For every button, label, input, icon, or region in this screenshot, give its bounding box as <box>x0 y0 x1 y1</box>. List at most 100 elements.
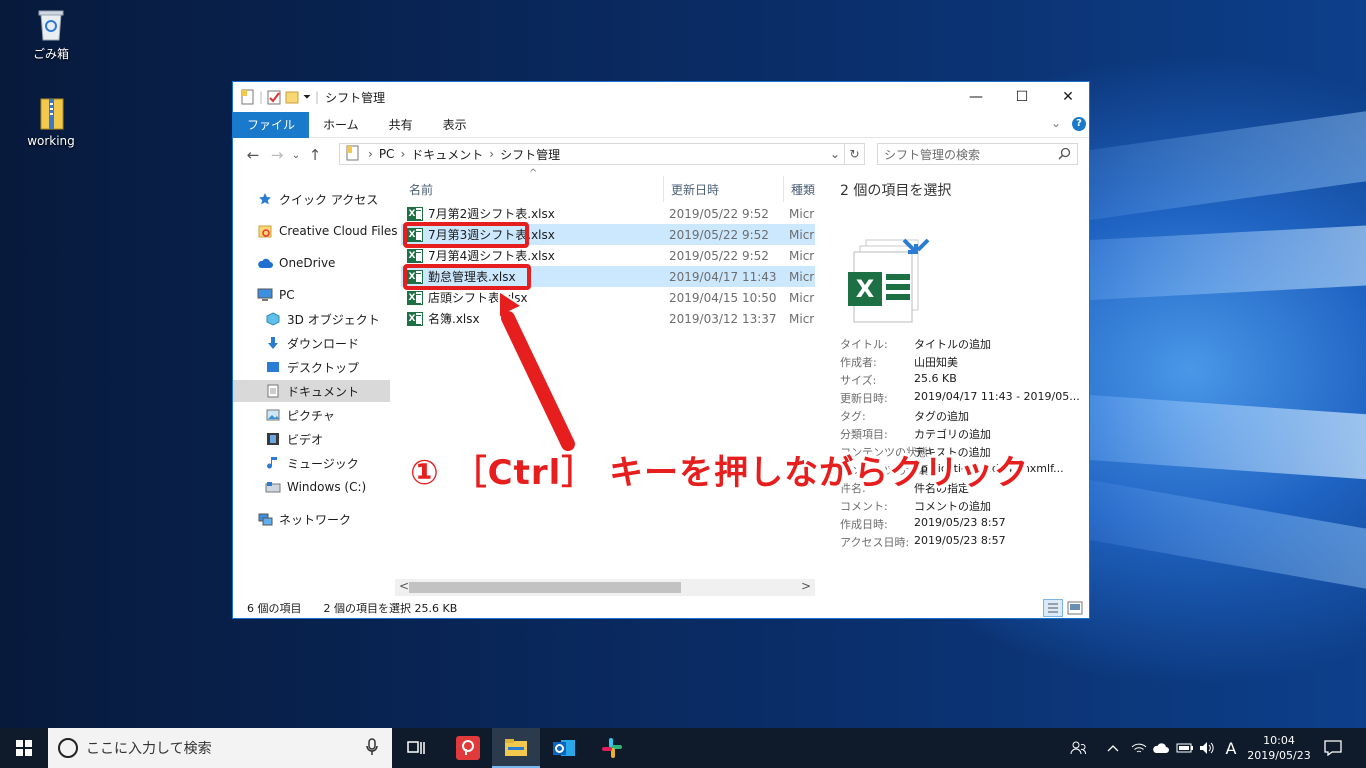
explorer-window[interactable]: | ⏷ | シフト管理 — ☐ ✕ ファイル ホーム 共有 表示 ⌄ ? ← →… <box>232 81 1090 619</box>
taskbar-app-presenter[interactable] <box>444 728 492 768</box>
file-row[interactable]: 7月第4週シフト表.xlsx 2019/05/22 9:52 Micr <box>401 245 815 266</box>
ribbon-expand-icon[interactable]: ⌄ <box>1051 116 1061 130</box>
horizontal-scrollbar[interactable]: < > <box>395 579 815 596</box>
nav-desktop[interactable]: デスクトップ <box>265 356 359 378</box>
start-button[interactable] <box>0 728 48 768</box>
desktop-icon-working[interactable]: working <box>16 97 86 148</box>
column-header-date[interactable]: 更新日時 <box>663 176 781 202</box>
taskbar-search[interactable]: ここに入力して検索 <box>48 728 392 768</box>
nav-label: Windows (C:) <box>287 480 367 494</box>
nav-onedrive[interactable]: OneDrive <box>257 252 335 274</box>
cloud-icon <box>257 255 273 271</box>
nav-downloads[interactable]: ダウンロード <box>265 332 359 354</box>
nav-documents[interactable]: ドキュメント <box>233 380 390 402</box>
computer-icon <box>257 287 273 303</box>
clock[interactable]: 10:04 2019/05/23 <box>1244 728 1314 768</box>
file-date: 2019/05/22 9:52 <box>669 248 769 263</box>
nav-music[interactable]: ミュージック <box>265 452 359 474</box>
excel-file-icon <box>407 248 423 263</box>
tab-share[interactable]: 共有 <box>373 112 429 138</box>
quick-access-customize-icon[interactable]: ⏷ <box>303 92 311 103</box>
onedrive-cloud-icon[interactable] <box>1150 728 1172 768</box>
prop-value[interactable]: タイトルの追加 <box>914 336 991 352</box>
task-view-button[interactable] <box>392 728 440 768</box>
battery-icon[interactable] <box>1174 728 1196 768</box>
chevron-up-icon[interactable] <box>1102 728 1124 768</box>
nav-windows-c[interactable]: Windows (C:) <box>265 476 366 498</box>
quick-access-properties-icon[interactable] <box>241 89 255 105</box>
address-box[interactable]: › PC › ドキュメント › シフト管理 ⌄ ↻ <box>339 143 865 165</box>
file-row[interactable]: 7月第2週シフト表.xlsx 2019/05/22 9:52 Micr <box>401 203 815 224</box>
taskbar-app-slack[interactable] <box>588 728 636 768</box>
taskbar-app-explorer[interactable] <box>492 728 540 768</box>
highlight-box <box>403 264 531 290</box>
microphone-icon[interactable] <box>366 738 378 760</box>
wifi-icon[interactable] <box>1128 728 1150 768</box>
forward-button[interactable]: → <box>265 146 289 164</box>
up-button[interactable]: ↑ <box>303 146 327 164</box>
notification-center-icon[interactable] <box>1318 728 1348 768</box>
nav-label: クイック アクセス <box>279 192 379 207</box>
nav-label: OneDrive <box>279 256 336 270</box>
title-bar[interactable]: | ⏷ | シフト管理 — ☐ ✕ <box>233 82 1089 112</box>
quick-access-checkmark-icon[interactable] <box>267 89 281 105</box>
close-button[interactable]: ✕ <box>1045 82 1091 112</box>
prop-value[interactable]: タグの追加 <box>914 408 969 424</box>
nav-pc[interactable]: PC <box>257 284 295 306</box>
maximize-icon: ☐ <box>1015 89 1029 105</box>
wallpaper-beam <box>1090 111 1366 220</box>
volume-icon[interactable] <box>1196 728 1218 768</box>
column-header-type[interactable]: 種類 <box>783 176 815 202</box>
file-row[interactable]: 名簿.xlsx 2019/03/12 13:37 Micr <box>401 308 815 329</box>
breadcrumb-shift[interactable]: シフト管理 <box>500 146 560 163</box>
taskbar-app-outlook[interactable] <box>540 728 588 768</box>
file-date: 2019/04/17 11:43 <box>669 269 777 284</box>
quick-access-new-folder-icon[interactable] <box>285 89 299 105</box>
scroll-thumb[interactable] <box>409 582 681 593</box>
nav-creative-cloud[interactable]: Creative Cloud Files <box>257 220 398 242</box>
large-icons-view-button[interactable] <box>1067 601 1083 618</box>
back-button[interactable]: ← <box>241 146 265 164</box>
file-name: 名簿.xlsx <box>428 312 480 326</box>
search-placeholder: シフト管理の検索 <box>884 147 981 162</box>
nav-videos[interactable]: ビデオ <box>265 428 323 450</box>
nav-3d-objects[interactable]: 3D オブジェクト <box>265 308 380 330</box>
separator: | <box>315 90 320 104</box>
maximize-button[interactable]: ☐ <box>999 82 1045 112</box>
minimize-button[interactable]: — <box>953 82 999 112</box>
scroll-left-button[interactable]: < <box>399 579 409 593</box>
separator: | <box>259 90 264 104</box>
details-pane: 2 個の項目を選択 X タイトル: タイトルの追加 作成者: 山田知美 サイズ: 25… <box>816 172 1090 602</box>
details-view-button[interactable] <box>1043 599 1063 617</box>
search-box[interactable]: シフト管理の検索 <box>877 143 1078 165</box>
tab-file[interactable]: ファイル <box>233 111 310 138</box>
help-icon[interactable]: ? <box>1072 117 1086 131</box>
prop-value[interactable]: カテゴリの追加 <box>914 426 991 442</box>
tab-view[interactable]: 表示 <box>429 112 481 138</box>
taskbar-search-placeholder: ここに入力して検索 <box>86 741 212 757</box>
close-icon: ✕ <box>1062 89 1074 105</box>
column-header-name[interactable]: 名前 <box>409 176 659 202</box>
desktop-icon-recycle-bin[interactable]: ごみ箱 <box>16 8 86 62</box>
nav-network[interactable]: ネットワーク <box>257 508 351 530</box>
breadcrumb-documents[interactable]: ドキュメント <box>411 146 483 163</box>
breadcrumb-sep: › <box>400 147 406 161</box>
nav-pictures[interactable]: ピクチャ <box>265 404 335 426</box>
clock-time: 10:04 <box>1263 734 1295 747</box>
breadcrumb-pc[interactable]: PC <box>379 147 395 161</box>
outlook-icon <box>553 740 575 756</box>
excel-file-icon <box>407 206 423 221</box>
file-row[interactable]: 店頭シフト表.xlsx 2019/04/15 10:50 Micr <box>401 287 815 308</box>
prop-value[interactable]: コメントの追加 <box>914 498 991 514</box>
address-dropdown-icon[interactable]: ⌄ <box>830 147 840 161</box>
scroll-right-button[interactable]: > <box>801 579 811 593</box>
people-icon[interactable] <box>1064 728 1092 768</box>
refresh-button[interactable]: ↻ <box>844 144 864 164</box>
recent-locations-button[interactable]: ⌄ <box>289 150 303 161</box>
windows-logo-icon <box>16 740 32 756</box>
prop-value[interactable]: 山田知美 <box>914 354 958 370</box>
tab-home[interactable]: ホーム <box>309 112 373 138</box>
nav-quick-access[interactable]: クイック アクセス <box>257 188 378 210</box>
clock-date: 2019/05/23 <box>1247 749 1311 762</box>
ime-indicator[interactable]: A <box>1220 728 1242 768</box>
